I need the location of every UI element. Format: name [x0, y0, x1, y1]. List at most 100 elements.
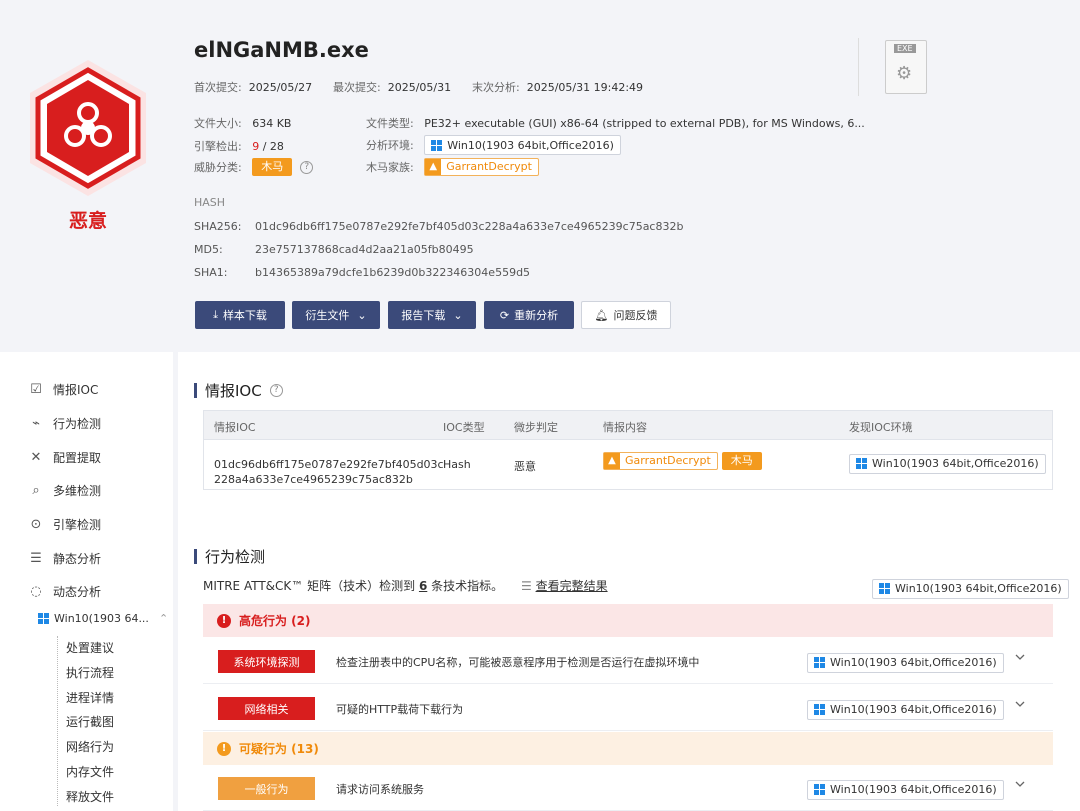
help-icon[interactable]: ?	[300, 160, 314, 174]
sidebar-sub-item[interactable]: 运行截图	[66, 713, 114, 730]
sha256-value: 01dc96db6ff175e0787e292fe7bf405d03c228a4…	[255, 220, 684, 233]
sample-download-button[interactable]: ⤓ 样本下载	[195, 301, 285, 329]
behavior-desc: 检查注册表中的CPU名称，可能被恶意程序用于检测是否运行在虚拟环境中	[336, 656, 700, 669]
chevron-down-icon[interactable]	[1015, 699, 1025, 709]
behavior-env: Win10(1903 64bit,Office2016)	[872, 577, 1069, 599]
alert-icon: !	[217, 613, 231, 628]
first-submit: 首次提交: 2025/05/27	[194, 81, 313, 94]
file-name: elNGaNMB.exe	[194, 38, 369, 62]
windows-icon	[814, 657, 825, 668]
help-icon[interactable]: ?	[269, 384, 283, 397]
sidebar-sub-item[interactable]: 网络行为	[66, 738, 114, 755]
ioc-section-title: 情报IOC?	[194, 380, 283, 401]
behavior-row[interactable]: 系统环境探测 检查注册表中的CPU名称，可能被恶意程序用于检测是否运行在虚拟环境…	[203, 638, 1053, 684]
behavior-row[interactable]: 网络相关 可疑的HTTP载荷下载行为 Win10(1903 64bit,Offi…	[203, 685, 1053, 731]
engine-detections: 引擎检出: 9 / 28	[194, 140, 284, 153]
list-icon: ☰	[520, 579, 532, 593]
sidebar-item-dynamic[interactable]: ◌ 动态分析	[28, 583, 101, 600]
view-full-results-link[interactable]: 查看完整结果	[536, 579, 608, 593]
sidebar-item-intel-ioc[interactable]: ☑ 情报IOC	[28, 381, 98, 398]
family-tag[interactable]: ▲ GarrantDecrypt	[603, 452, 718, 470]
behavior-tag: 一般行为	[218, 777, 315, 800]
md5-label: MD5:	[194, 243, 223, 256]
dynamic-icon: ◌	[30, 583, 42, 599]
column-header: 发现IOC环境	[849, 421, 913, 434]
tools-icon: ✕	[30, 449, 42, 465]
sidebar-env-node[interactable]: Win10(1903 64... ⌃	[38, 612, 168, 625]
sidebar-sub-item[interactable]: 内存文件	[66, 763, 114, 780]
behavior-row[interactable]: 一般行为 请求访问系统服务 Win10(1903 64bit,Office201…	[203, 765, 1053, 811]
env-badge: Win10(1903 64bit,Office2016)	[849, 453, 1046, 474]
env-badge: Win10(1903 64bit,Office2016)	[807, 652, 1004, 673]
verdict-label: 恶意	[68, 210, 107, 232]
sidebar-sub-item[interactable]: 处置建议	[66, 639, 114, 656]
file-type: 文件类型: PE32+ executable (GUI) x86-64 (str…	[366, 117, 865, 130]
chevron-down-icon: ⌄	[357, 308, 367, 322]
ioc-value-line[interactable]: 228a4a633e7ce4965239c75ac832b	[214, 473, 413, 486]
chevron-down-icon: ⌄	[453, 308, 463, 322]
threat-tag: 木马	[252, 158, 293, 176]
sidebar-item-engine[interactable]: ⊙ 引擎检测	[28, 516, 101, 533]
bell-icon: 🔔︎	[594, 308, 609, 322]
derived-files-button[interactable]: 衍生文件 ⌄	[292, 301, 380, 329]
suspicious-header[interactable]: ! 可疑行为 (13)	[203, 732, 1053, 765]
sidebar-item-multi-detect[interactable]: ⌕ 多维检测	[28, 482, 101, 499]
windows-icon	[879, 583, 890, 594]
ioc-tags: ▲ GarrantDecrypt 木马	[603, 452, 762, 470]
windows-icon	[856, 458, 867, 469]
tree-line	[57, 636, 58, 806]
static-icon: ☰	[30, 550, 42, 566]
md5-value: 23e757137868cad4d2aa21a05fb80495	[255, 243, 474, 256]
behavior-icon: ⌁	[32, 415, 40, 431]
behavior-row-env: Win10(1903 64bit,Office2016)	[807, 698, 1004, 720]
mitre-summary: MITRE ATT&CK™ 矩阵（技术）检测到 6 条技术指标。 ☰ 查看完整结…	[203, 579, 608, 593]
feedback-button[interactable]: 🔔︎ 问题反馈	[581, 301, 671, 329]
behavior-tag: 系统环境探测	[218, 650, 315, 673]
env-badge: Win10(1903 64bit,Office2016)	[807, 779, 1004, 800]
ioc-value-line[interactable]: 01dc96db6ff175e0787e292fe7bf405d03c	[214, 458, 444, 471]
chevron-down-icon[interactable]	[1015, 779, 1025, 789]
intel-icon: ☑	[30, 381, 42, 397]
env-badge: Win10(1903 64bit,Office2016)	[872, 578, 1069, 599]
sidebar-item-behavior[interactable]: ⌁ 行为检测	[28, 415, 101, 432]
threat-category: 威胁分类: 木马?	[194, 158, 314, 176]
ioc-env: Win10(1903 64bit,Office2016)	[849, 453, 1046, 474]
behavior-desc: 请求访问系统服务	[336, 783, 424, 796]
behavior-row-env: Win10(1903 64bit,Office2016)	[807, 778, 1004, 800]
exe-file-icon: EXE ⚙	[885, 40, 927, 94]
last-submit: 最次提交: 2025/05/31	[333, 81, 452, 94]
windows-icon	[38, 613, 49, 624]
env-badge: Win10(1903 64bit,Office2016)	[424, 135, 621, 155]
refresh-icon: ⟳	[499, 308, 510, 322]
threat-tag: 木马	[721, 452, 762, 470]
behavior-section-title: 行为检测	[194, 546, 265, 567]
sidebar-sub-item[interactable]: 进程详情	[66, 689, 114, 706]
column-header: IOC类型	[443, 421, 485, 434]
last-analysis: 末次分析: 2025/05/31 19:42:49	[472, 81, 644, 94]
sidebar-sub-item[interactable]: 释放文件	[66, 788, 114, 805]
ioc-table: 情报IOC IOC类型 微步判定 情报内容 发现IOC环境 01dc96db6f…	[203, 410, 1053, 490]
high-risk-header[interactable]: ! 高危行为 (2)	[203, 604, 1053, 637]
behavior-tag: 网络相关	[218, 697, 315, 720]
sidebar-item-static[interactable]: ☰ 静态分析	[28, 550, 101, 567]
family-icon: ▲	[425, 159, 442, 175]
table-header: 情报IOC IOC类型 微步判定 情报内容 发现IOC环境	[204, 411, 1052, 440]
behavior-desc: 可疑的HTTP载荷下载行为	[336, 703, 464, 716]
ioc-verdict: 恶意	[514, 460, 536, 473]
file-size: 文件大小: 634 KB	[194, 117, 292, 130]
sidebar-sub-item[interactable]: 执行流程	[66, 664, 114, 681]
multi-detect-icon: ⌕	[32, 482, 40, 498]
hash-title: HASH	[194, 196, 226, 209]
malicious-hexagon-icon	[30, 60, 146, 196]
sidebar-item-config[interactable]: ✕ 配置提取	[28, 449, 101, 466]
family-icon: ▲	[604, 453, 620, 469]
reanalyze-button[interactable]: ⟳ 重新分析	[484, 301, 574, 329]
family-tag[interactable]: ▲ GarrantDecrypt	[424, 158, 539, 176]
report-download-button[interactable]: 报告下载 ⌄	[388, 301, 476, 329]
alert-icon: !	[217, 741, 231, 756]
column-header: 情报内容	[603, 421, 647, 434]
sha1-value: b14365389a79dcfe1b6239d0b322346304e559d5	[255, 266, 531, 279]
chevron-down-icon[interactable]	[1015, 652, 1025, 662]
behavior-row-env: Win10(1903 64bit,Office2016)	[807, 651, 1004, 673]
sample-header: 恶意 elNGaNMB.exe 首次提交: 2025/05/27 最次提交: 2…	[0, 0, 1080, 352]
